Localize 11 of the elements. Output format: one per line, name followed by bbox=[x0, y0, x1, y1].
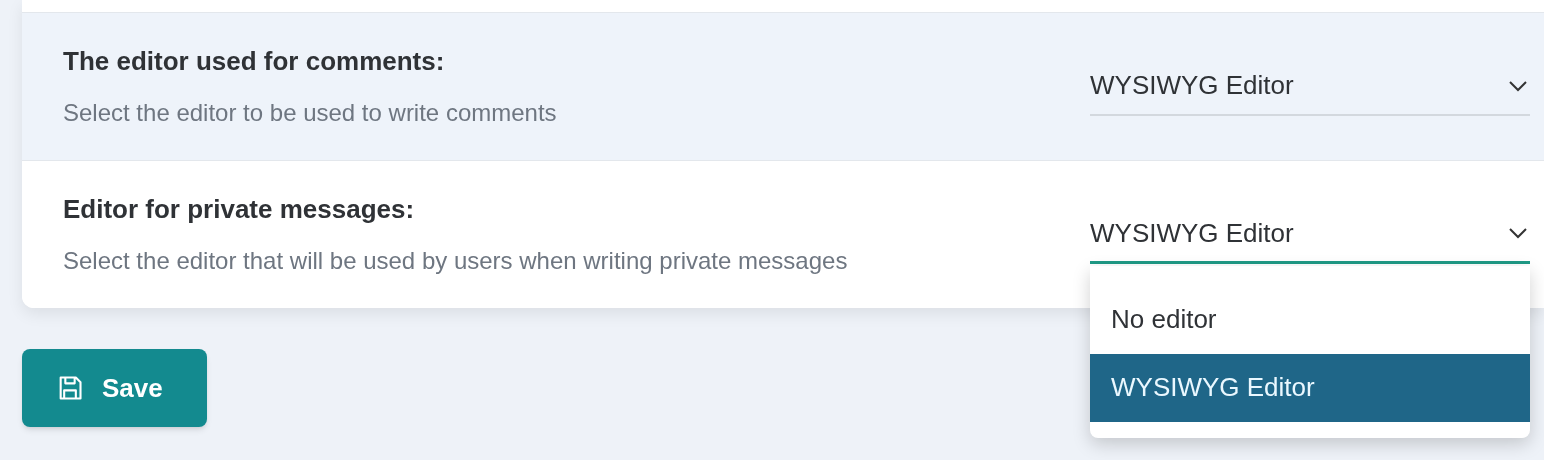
save-button[interactable]: Save bbox=[22, 349, 207, 427]
dropdown-option[interactable]: WYSIWYG Editor bbox=[1090, 353, 1530, 422]
setting-description: Select the editor that will be used by users when writing private messages bbox=[63, 246, 848, 276]
chevron-down-icon bbox=[1508, 227, 1528, 239]
chevron-down-icon bbox=[1508, 79, 1528, 92]
dropdown-option[interactable]: No editor bbox=[1090, 285, 1530, 354]
editor-select[interactable]: WYSIWYG Editor bbox=[1090, 205, 1530, 264]
setting-description: Select the editor to be used to write comments bbox=[63, 98, 557, 128]
editor-select[interactable]: WYSIWYG Editor bbox=[1090, 57, 1530, 116]
setting-title: Editor for private messages: bbox=[63, 193, 416, 226]
setting-title: The editor used for comments: bbox=[63, 45, 446, 78]
